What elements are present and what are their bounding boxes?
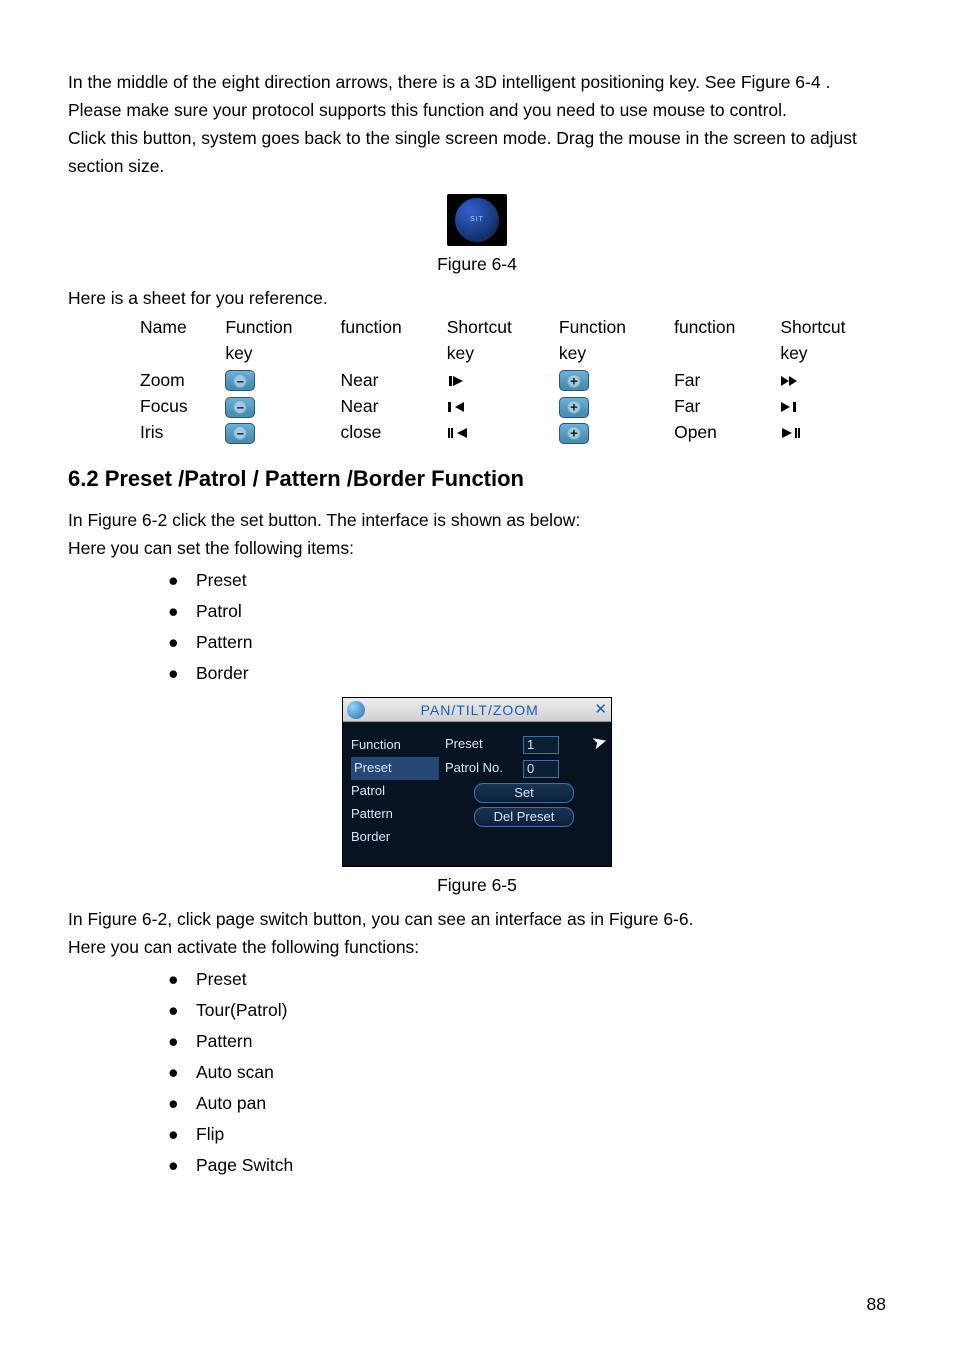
preset-input[interactable]	[523, 736, 559, 754]
ptz-logo-icon	[347, 701, 365, 719]
list-item: Auto scan	[168, 1058, 886, 1086]
figure-caption-6-5: Figure 6-5	[68, 871, 886, 899]
plus-icon[interactable]	[559, 370, 589, 391]
paragraph: Here you can activate the following func…	[68, 933, 886, 961]
minus-icon[interactable]	[225, 423, 255, 444]
function-item-pattern[interactable]: Pattern	[351, 803, 439, 826]
list-item: Preset	[168, 965, 886, 993]
intro-paragraph: In the middle of the eight direction arr…	[68, 68, 886, 124]
col-header: function	[670, 314, 776, 367]
patrol-no-input[interactable]	[523, 760, 559, 778]
table-row: Zoom Near Far	[136, 367, 889, 393]
function-heading: Function	[351, 734, 439, 757]
ptz-titlebar[interactable]: PAN/TILT/ZOOM ✕	[343, 698, 611, 722]
page-number: 88	[867, 1290, 886, 1318]
table-row: Focus Near Far	[136, 393, 889, 419]
ptz-window-title: PAN/TILT/ZOOM	[365, 699, 594, 721]
list-item: Pattern	[168, 1027, 886, 1055]
iris-close-icon	[447, 422, 471, 442]
list-item: Preset	[168, 566, 886, 594]
intro-paragraph: Click this button, system goes back to t…	[68, 124, 886, 180]
sit-label: SIT	[455, 198, 499, 242]
row-name: Iris	[136, 419, 221, 445]
col-header: function	[336, 314, 442, 367]
list-item: Patrol	[168, 597, 886, 625]
zoom-near-icon	[447, 370, 465, 390]
minus-icon[interactable]	[225, 370, 255, 391]
sit-button[interactable]: SIT	[447, 194, 507, 246]
list-item: Border	[168, 659, 886, 687]
list-item: Auto pan	[168, 1089, 886, 1117]
list-item: Flip	[168, 1120, 886, 1148]
preset-label: Preset	[445, 734, 523, 755]
bullet-list: Preset Tour(Patrol) Pattern Auto scan Au…	[168, 965, 886, 1179]
plus-icon[interactable]	[559, 397, 589, 418]
paragraph: Here you can set the following items:	[68, 534, 886, 562]
minus-icon[interactable]	[225, 397, 255, 418]
function-item-preset[interactable]: Preset	[351, 757, 439, 780]
paragraph: In Figure 6-2, click page switch button,…	[68, 905, 886, 933]
function-item-patrol[interactable]: Patrol	[351, 780, 439, 803]
paragraph: In Figure 6-2 click the set button. The …	[68, 506, 886, 534]
list-item: Page Switch	[168, 1151, 886, 1179]
close-icon[interactable]: ✕	[594, 698, 607, 722]
set-button[interactable]: Set	[474, 783, 574, 803]
function-item-border[interactable]: Border	[351, 826, 439, 849]
zoom-far-icon	[780, 370, 800, 390]
patrol-no-label: Patrol No.	[445, 758, 523, 779]
plus-icon[interactable]	[559, 423, 589, 444]
col-header: Shortcut key	[443, 314, 555, 367]
list-item: Tour(Patrol)	[168, 996, 886, 1024]
row-fn2: Open	[670, 419, 776, 445]
focus-near-icon	[447, 396, 467, 416]
col-header: Shortcut key	[776, 314, 888, 367]
row-name: Focus	[136, 393, 221, 419]
col-header: Name	[136, 314, 221, 367]
row-fn1: Near	[336, 393, 442, 419]
focus-far-icon	[780, 396, 800, 416]
sheet-reference-text: Here is a sheet for you reference.	[68, 284, 886, 312]
col-header: Function key	[221, 314, 336, 367]
figure-caption-6-4: Figure 6-4	[68, 250, 886, 278]
row-fn2: Far	[670, 367, 776, 393]
section-title-6-2: 6.2 Preset /Patrol / Pattern /Border Fun…	[68, 461, 886, 496]
row-name: Zoom	[136, 367, 221, 393]
iris-open-icon	[780, 422, 804, 442]
row-fn1: close	[336, 419, 442, 445]
ptz-function-list: Function Preset Patrol Pattern Border	[351, 734, 439, 848]
bullet-list: Preset Patrol Pattern Border	[168, 566, 886, 687]
list-item: Pattern	[168, 628, 886, 656]
col-header: Function key	[555, 314, 670, 367]
row-fn1: Near	[336, 367, 442, 393]
ptz-dialog: PAN/TILT/ZOOM ✕ Function Preset Patrol P…	[342, 697, 612, 867]
table-row: Iris close Open	[136, 419, 889, 445]
row-fn2: Far	[670, 393, 776, 419]
del-preset-button[interactable]: Del Preset	[474, 807, 574, 827]
reference-table: Name Function key function Shortcut key …	[136, 314, 889, 445]
